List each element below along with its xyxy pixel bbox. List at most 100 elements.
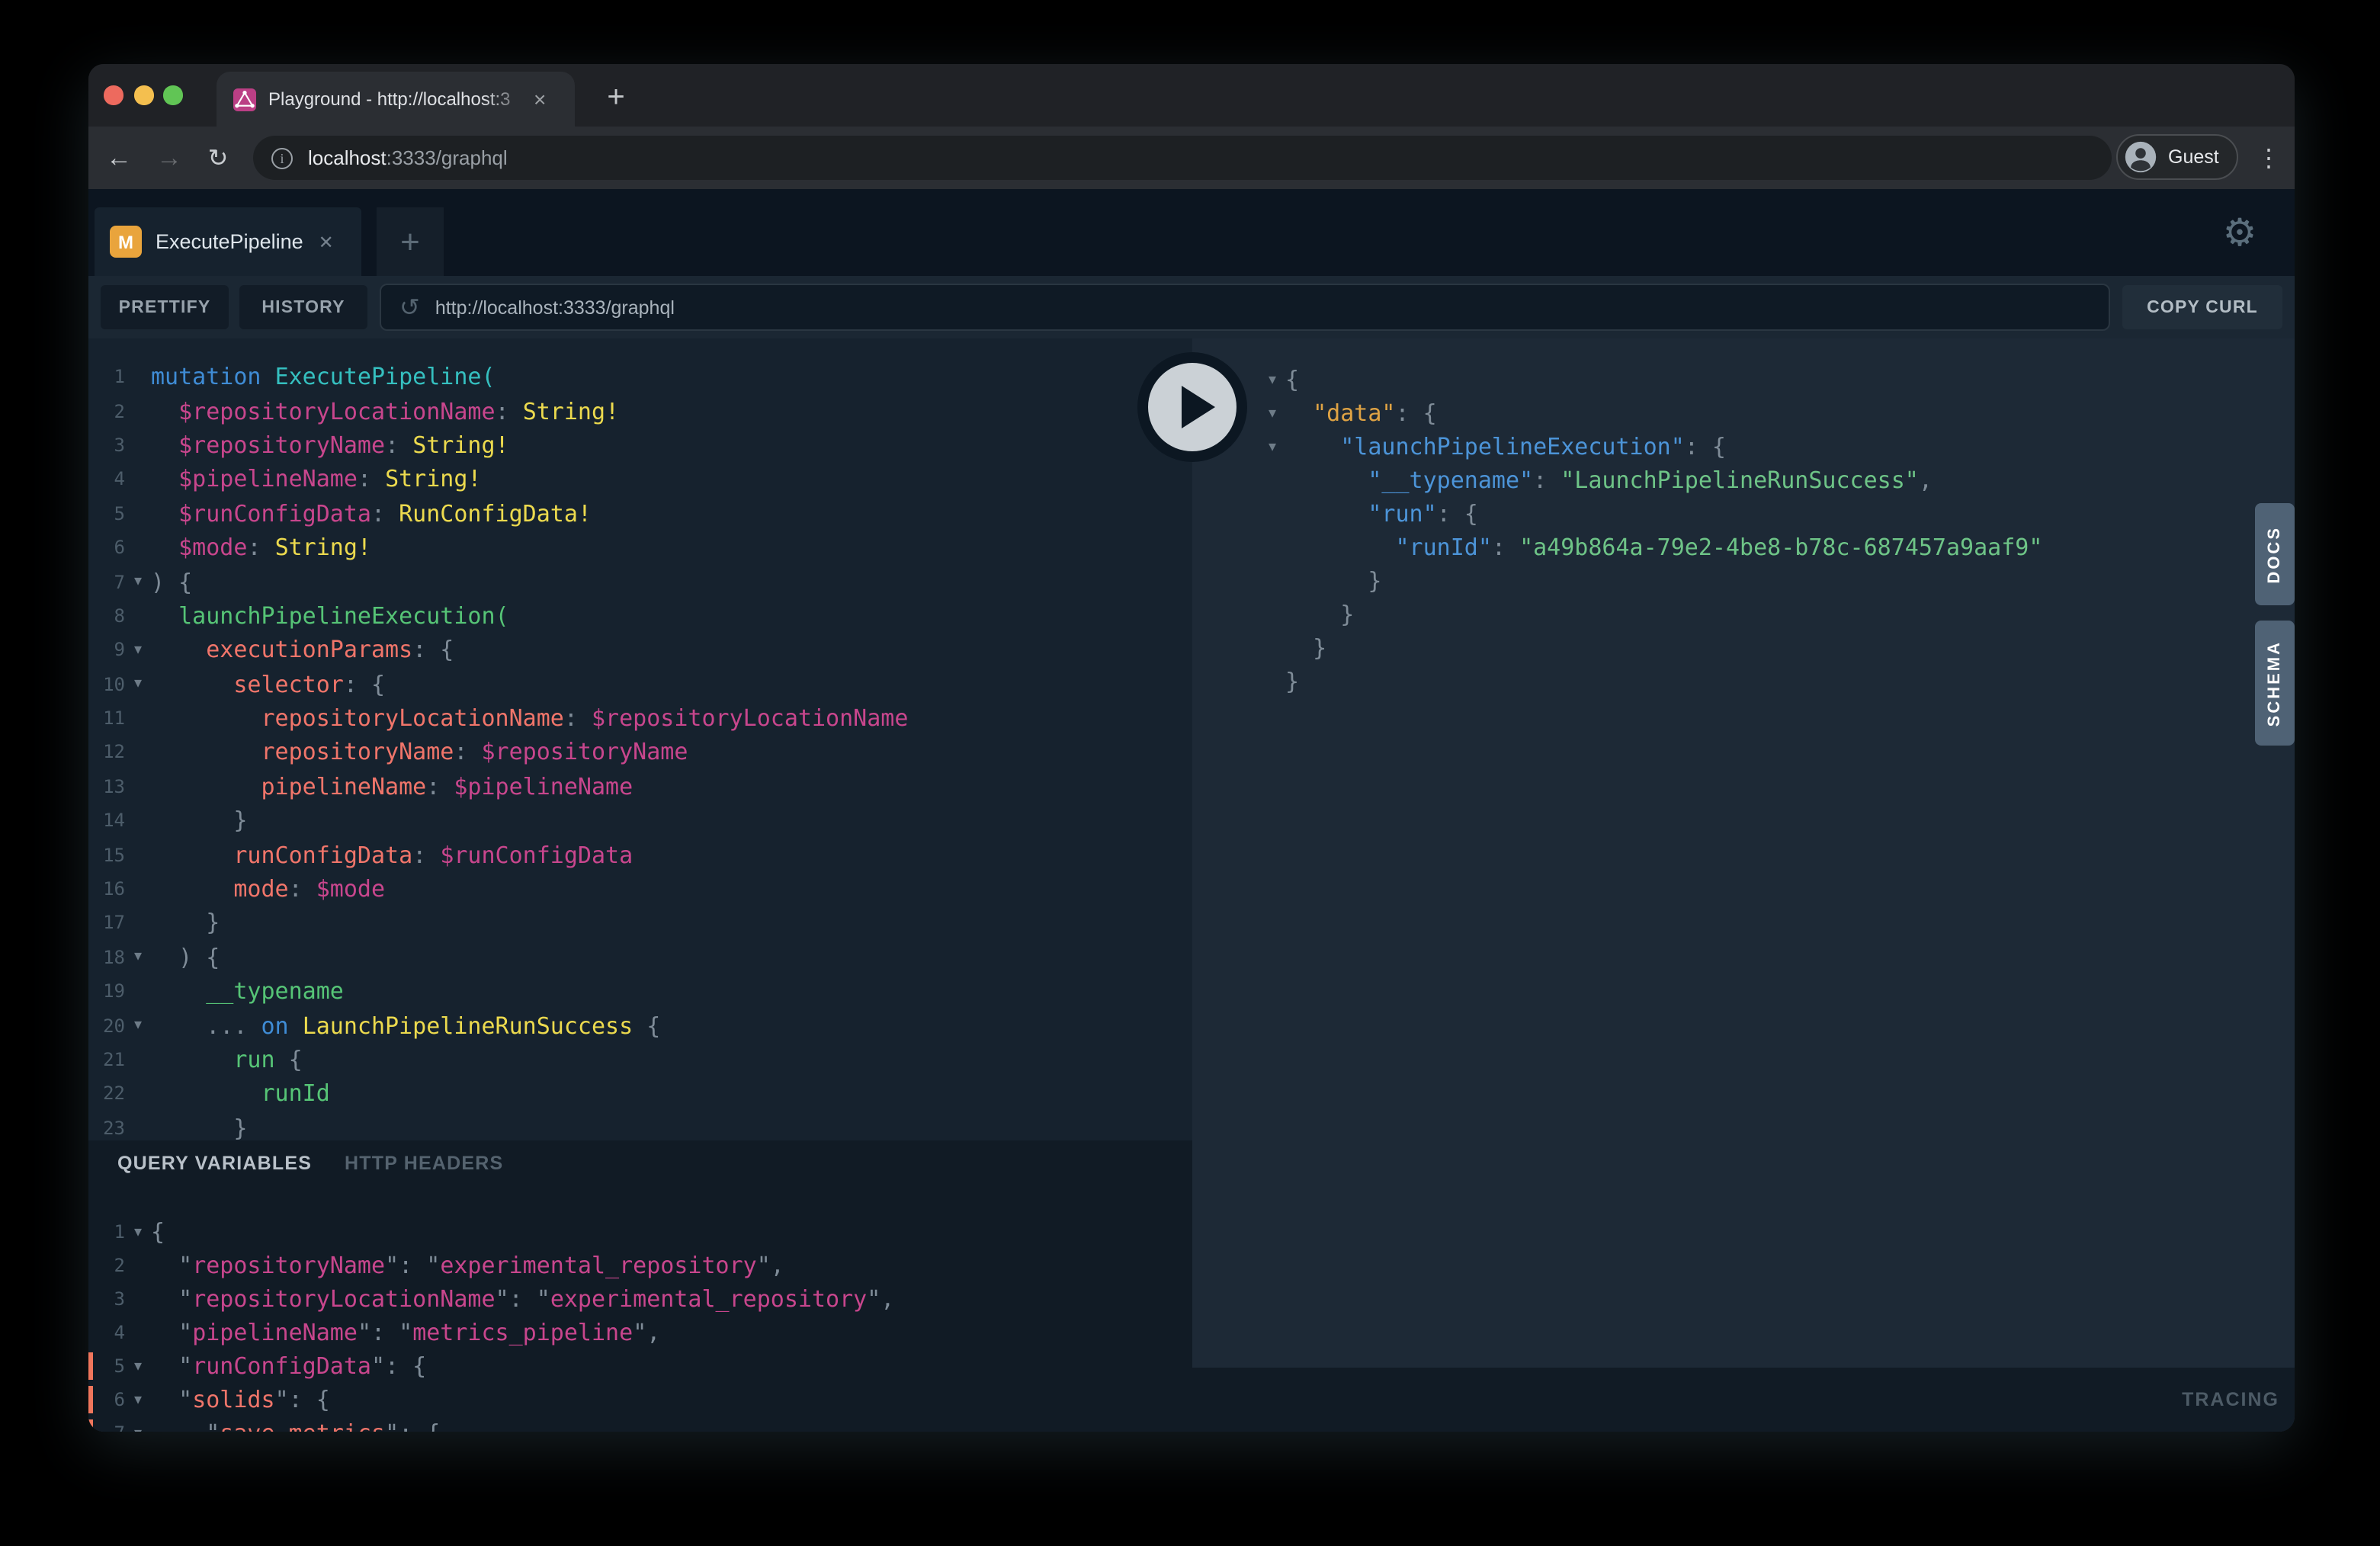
new-session-button[interactable]: + — [377, 207, 444, 276]
fold-toggle-icon[interactable]: ▾ — [125, 1017, 151, 1034]
fold-toggle-icon[interactable]: ▾ — [125, 642, 151, 659]
code-line: } — [1259, 598, 2295, 631]
code-text: executionParams: { — [151, 637, 454, 664]
execute-button[interactable] — [1136, 351, 1249, 463]
code-line: 10▾ selector: { — [88, 667, 1192, 701]
code-text: launchPipelineExecution( — [151, 602, 509, 630]
line-number: 1 — [88, 366, 125, 387]
profile-button[interactable]: Guest — [2116, 134, 2239, 180]
code-text: "launchPipelineExecution": { — [1285, 433, 1726, 460]
change-marker — [88, 1285, 93, 1313]
code-text: ... on LaunchPipelineRunSuccess { — [151, 1012, 660, 1039]
fold-toggle-icon[interactable]: ▾ — [125, 1391, 151, 1408]
query-editor[interactable]: 1mutation ExecutePipeline(2 $repositoryL… — [88, 338, 1192, 1140]
graphql-playground-app: M ExecutePipeline ✕ + ⚙ PRETTIFY HISTORY… — [88, 189, 2295, 1432]
reload-icon[interactable]: ↻ — [197, 127, 239, 189]
endpoint-url: http://localhost:3333/graphql — [435, 297, 675, 318]
variables-panel-tabs: QUERY VARIABLES HTTP HEADERS — [88, 1153, 1192, 1186]
change-marker — [88, 1218, 93, 1246]
code-line: 18▾ ) { — [88, 940, 1192, 974]
back-icon[interactable]: ← — [98, 127, 140, 189]
browser-menu-icon[interactable]: ⋮ — [2247, 127, 2290, 189]
session-tab-executepipeline[interactable]: M ExecutePipeline ✕ — [95, 207, 361, 276]
code-text: __typename — [151, 977, 344, 1005]
code-text: runId — [151, 1080, 330, 1108]
profile-label: Guest — [2168, 146, 2219, 168]
url-text: localhost:3333/graphql — [308, 146, 508, 169]
zoom-window-button[interactable] — [163, 85, 182, 104]
code-text: $runConfigData: RunConfigData! — [151, 500, 592, 528]
fold-toggle-icon[interactable]: ▾ — [125, 1425, 151, 1432]
code-text: $repositoryLocationName: String! — [151, 397, 619, 425]
schema-label: SCHEMA — [2266, 640, 2284, 726]
site-info-icon[interactable]: i — [271, 147, 293, 168]
workspace: 1mutation ExecutePipeline(2 $repositoryL… — [88, 338, 2295, 1432]
tab-http-headers[interactable]: HTTP HEADERS — [345, 1153, 503, 1174]
code-line: 13 pipelineName: $pipelineName — [88, 769, 1192, 803]
change-marker — [88, 1352, 93, 1380]
minimize-window-button[interactable] — [134, 85, 153, 104]
variables-code[interactable]: 1▾{2 "repositoryName": "experimental_rep… — [88, 1215, 1192, 1432]
fold-toggle-icon[interactable]: ▾ — [1259, 438, 1285, 455]
line-number: 2 — [88, 400, 125, 422]
line-number: 8 — [88, 605, 125, 627]
fold-toggle-icon[interactable]: ▾ — [125, 675, 151, 692]
endpoint-input[interactable]: ↺ http://localhost:3333/graphql — [380, 284, 2110, 331]
fold-toggle-icon[interactable]: ▾ — [1259, 405, 1285, 422]
schema-side-tab[interactable]: SCHEMA — [2255, 621, 2295, 746]
forward-icon[interactable]: → — [148, 127, 191, 189]
session-close-icon[interactable]: ✕ — [319, 231, 334, 252]
line-number: 6 — [88, 537, 125, 558]
address-bar[interactable]: i localhost:3333/graphql — [253, 136, 2112, 180]
fold-toggle-icon[interactable]: ▾ — [125, 573, 151, 590]
code-text: } — [1285, 668, 1299, 695]
code-line: 9▾ executionParams: { — [88, 633, 1192, 667]
code-text: $mode: String! — [151, 534, 371, 561]
code-text: "run": { — [1285, 500, 1478, 528]
code-line: 7▾ "save_metrics": { — [88, 1416, 1192, 1432]
close-window-button[interactable] — [104, 85, 123, 104]
fold-toggle-icon[interactable]: ▾ — [125, 1224, 151, 1240]
browser-toolbar: ← → ↻ i localhost:3333/graphql Guest ⋮ — [88, 127, 2295, 189]
code-text: } — [151, 807, 247, 835]
line-number: 13 — [88, 776, 125, 797]
line-number: 3 — [88, 435, 125, 456]
browser-tab-title: Playground - http://localhost:3 — [268, 88, 531, 110]
new-tab-button[interactable]: + — [595, 76, 637, 119]
tracing-toggle[interactable]: TRACING — [2182, 1368, 2279, 1432]
code-line: ▾ "data": { — [1259, 396, 2295, 430]
code-line: 16 mode: $mode — [88, 872, 1192, 906]
line-number: 21 — [88, 1049, 125, 1070]
line-number: 5 — [88, 1355, 125, 1377]
tab-query-variables[interactable]: QUERY VARIABLES — [117, 1153, 312, 1174]
history-button[interactable]: HISTORY — [239, 285, 367, 329]
code-line: 7▾) { — [88, 565, 1192, 599]
settings-gear-icon[interactable]: ⚙ — [2212, 198, 2267, 265]
screenshot-stage: Playground - http://localhost:3 × + ← → … — [0, 0, 2380, 1546]
code-line: 11 repositoryLocationName: $repositoryLo… — [88, 701, 1192, 736]
session-tab-title: ExecutePipeline — [156, 230, 303, 253]
code-line: "runId": "a49b864a-79e2-4be8-b78c-687457… — [1259, 531, 2295, 564]
fold-toggle-icon[interactable]: ▾ — [125, 1358, 151, 1374]
fold-toggle-icon[interactable]: ▾ — [1259, 371, 1285, 388]
code-line: 6▾ "solids": { — [88, 1383, 1192, 1416]
fold-toggle-icon[interactable]: ▾ — [125, 949, 151, 966]
code-text: "__typename": "LaunchPipelineRunSuccess"… — [1285, 467, 1933, 494]
code-text: runConfigData: $runConfigData — [151, 841, 633, 868]
line-number: 4 — [88, 1322, 125, 1343]
code-text: repositoryLocationName: $repositoryLocat… — [151, 704, 908, 732]
endpoint-history-icon[interactable]: ↺ — [399, 292, 420, 322]
code-line: 21 run { — [88, 1043, 1192, 1077]
copy-curl-button[interactable]: COPY CURL — [2122, 285, 2282, 329]
graphql-playground-favicon-icon — [233, 88, 256, 111]
change-marker — [88, 1319, 93, 1346]
browser-tab[interactable]: Playground - http://localhost:3 × — [217, 72, 575, 127]
docs-side-tab[interactable]: DOCS — [2255, 503, 2295, 605]
line-number: 23 — [88, 1118, 125, 1139]
code-line: 20▾ ... on LaunchPipelineRunSuccess { — [88, 1009, 1192, 1043]
code-line: ▾{ — [1259, 363, 2295, 396]
code-line: 2 "repositoryName": "experimental_reposi… — [88, 1249, 1192, 1282]
prettify-button[interactable]: PRETTIFY — [101, 285, 229, 329]
tab-close-icon[interactable]: × — [534, 87, 546, 111]
line-number: 19 — [88, 980, 125, 1002]
